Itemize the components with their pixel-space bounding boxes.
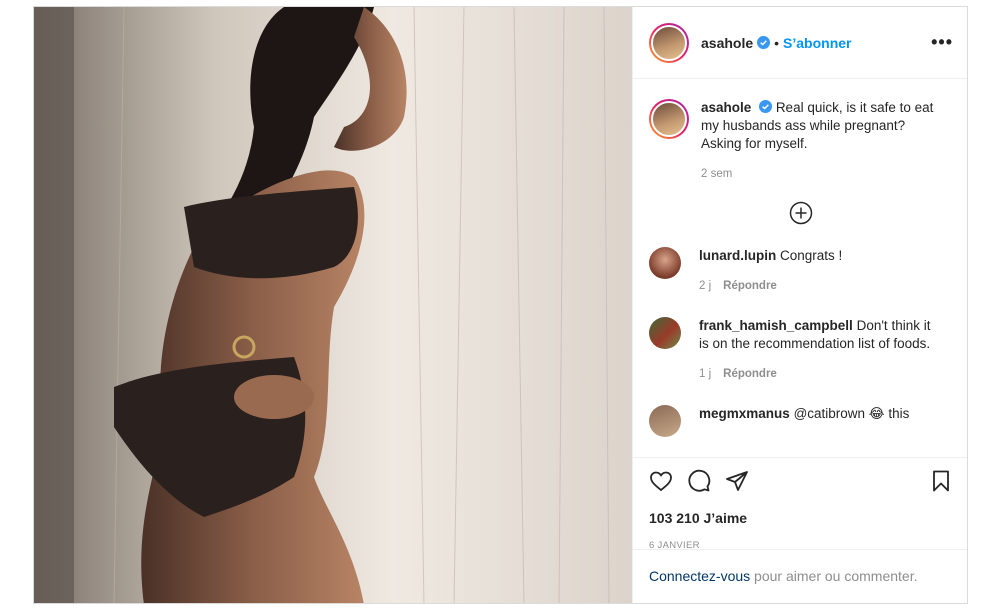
author-avatar[interactable]: [649, 22, 689, 63]
like-count[interactable]: 103 210 J’aime: [649, 510, 953, 526]
verified-badge-icon: [759, 100, 773, 113]
post-sidebar: asahole • S’abonner ••• asahole Real qui…: [632, 7, 967, 603]
login-prompt-text: pour aimer ou commenter.: [750, 568, 918, 584]
post-actions: 103 210 J’aime 6 JANVIER: [633, 457, 967, 559]
comment-avatar[interactable]: [649, 247, 681, 279]
post-photo-illustration: [34, 7, 632, 603]
instagram-post: asahole • S’abonner ••• asahole Real qui…: [33, 6, 968, 604]
comment-avatar[interactable]: [649, 405, 681, 437]
comment-meta: 2 j Répondre: [699, 277, 939, 295]
comment-time[interactable]: 1 j: [699, 368, 711, 380]
more-options-icon[interactable]: •••: [931, 32, 953, 53]
comments-list[interactable]: asahole Real quick, is it safe to eat my…: [633, 79, 967, 457]
comment-username[interactable]: megmxmanus: [699, 406, 790, 421]
follow-button[interactable]: S’abonner: [783, 35, 851, 51]
login-prompt: Connectez-vous pour aimer ou commenter.: [633, 549, 967, 603]
comment-body: frank_hamish_campbell Don't think it is …: [699, 317, 939, 383]
caption: asahole Real quick, is it safe to eat my…: [649, 99, 953, 183]
post-photo[interactable]: [34, 7, 632, 603]
bookmark-icon[interactable]: [929, 469, 953, 493]
caption-body: asahole Real quick, is it safe to eat my…: [701, 99, 941, 183]
comment-avatar[interactable]: [649, 317, 681, 349]
load-more-plus-icon[interactable]: [789, 201, 813, 225]
comment-item: frank_hamish_campbell Don't think it is …: [649, 317, 953, 383]
login-link[interactable]: Connectez-vous: [649, 568, 750, 584]
share-icon[interactable]: [725, 469, 749, 493]
comment-body: megmxmanus @catibrown 😂 this: [699, 405, 939, 437]
comment-username[interactable]: lunard.lupin: [699, 248, 776, 263]
comment-text: @catibrown 😂 this: [793, 406, 910, 421]
caption-meta: 2 sem: [701, 165, 941, 183]
verified-badge-icon: [757, 36, 771, 49]
caption-avatar[interactable]: [649, 99, 689, 139]
reply-button[interactable]: Répondre: [723, 280, 777, 292]
comment-text: Congrats !: [780, 248, 843, 263]
action-icons: [649, 466, 953, 496]
post-header: asahole • S’abonner •••: [633, 7, 967, 79]
author-username[interactable]: asahole: [701, 35, 753, 51]
comment-time[interactable]: 2 j: [699, 280, 711, 292]
comment-icon[interactable]: [687, 469, 711, 493]
caption-username[interactable]: asahole: [701, 100, 751, 115]
reply-button[interactable]: Répondre: [723, 368, 777, 380]
comment-item: lunard.lupin Congrats ! 2 j Répondre: [649, 247, 953, 295]
heart-icon[interactable]: [649, 469, 673, 493]
comment-username[interactable]: frank_hamish_campbell: [699, 318, 853, 333]
comment-body: lunard.lupin Congrats ! 2 j Répondre: [699, 247, 939, 295]
load-more-comments[interactable]: [649, 201, 953, 225]
caption-time[interactable]: 2 sem: [701, 168, 732, 180]
comment-item: megmxmanus @catibrown 😂 this: [649, 405, 953, 437]
comment-meta: 1 j Répondre: [699, 365, 939, 383]
separator-dot: •: [774, 34, 780, 51]
